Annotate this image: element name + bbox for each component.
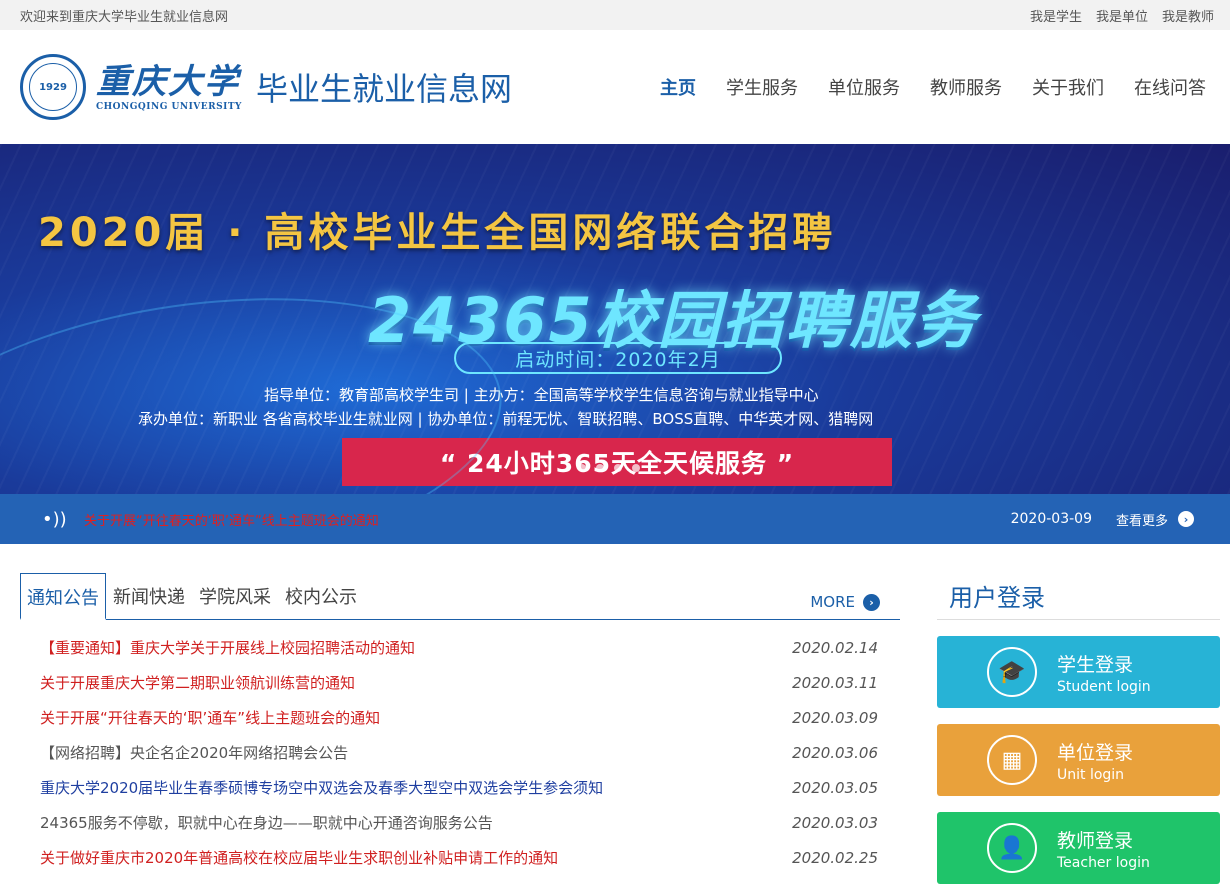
- news-title[interactable]: 关于开展重庆大学第二期职业领航训练营的通知: [40, 672, 355, 693]
- teacher-login-button[interactable]: 👤 教师登录 Teacher login: [937, 812, 1220, 884]
- nav-teacher-services[interactable]: 教师服务: [930, 74, 1002, 100]
- news-tabs: 通知公告 新闻快递 学院风采 校内公示 MORE ›: [20, 573, 900, 620]
- news-title[interactable]: 重庆大学2020届毕业生春季硕博专场空中双选会及春季大型空中双选会学生参会须知: [40, 777, 603, 798]
- student-login-button[interactable]: 🎓 学生登录 Student login: [937, 636, 1220, 708]
- header: 1929 重庆大学 CHONGQING UNIVERSITY 毕业生就业信息网 …: [0, 30, 1230, 144]
- news-list: 【重要通知】重庆大学关于开展线上校园招聘活动的通知 2020.02.14 关于开…: [20, 630, 900, 875]
- carousel-dot[interactable]: [614, 464, 622, 472]
- news-title[interactable]: 【重要通知】重庆大学关于开展线上校园招聘活动的通知: [40, 637, 415, 658]
- nav-online-qa[interactable]: 在线问答: [1134, 74, 1206, 100]
- notice-date: 2020-03-09: [1010, 511, 1092, 527]
- tab-notices[interactable]: 通知公告: [20, 573, 106, 620]
- list-item[interactable]: 【重要通知】重庆大学关于开展线上校园招聘活动的通知 2020.02.14: [20, 630, 900, 665]
- nav-student-services[interactable]: 学生服务: [726, 74, 798, 100]
- tab-colleges[interactable]: 学院风采: [192, 583, 278, 619]
- carousel-dot[interactable]: [632, 464, 640, 472]
- teacher-login-en: Teacher login: [1057, 854, 1150, 871]
- hero-banner[interactable]: 2020届 · 高校毕业生全国网络联合招聘 24365校园招聘服务 启动时间：2…: [0, 144, 1230, 494]
- speaker-icon: •)): [42, 508, 67, 530]
- carousel-dots: [578, 464, 640, 472]
- link-teacher[interactable]: 我是教师: [1162, 6, 1214, 25]
- tab-news[interactable]: 新闻快递: [106, 583, 192, 619]
- news-date: 2020.02.14: [792, 638, 878, 657]
- list-item[interactable]: 重庆大学2020届毕业生春季硕博专场空中双选会及春季大型空中双选会学生参会须知 …: [20, 770, 900, 805]
- list-item[interactable]: 关于开展“开往春天的‘职’通车”线上主题班会的通知 2020.03.09: [20, 700, 900, 735]
- news-date: 2020.03.03: [792, 813, 878, 832]
- banner-start-date: 启动时间：2020年2月: [454, 342, 782, 374]
- user-icon: 👤: [987, 823, 1037, 873]
- banner-title: 2020届 · 高校毕业生全国网络联合招聘: [38, 210, 837, 256]
- news-date: 2020.03.06: [792, 743, 878, 762]
- nav-about-us[interactable]: 关于我们: [1032, 74, 1104, 100]
- list-item[interactable]: 关于开展重庆大学第二期职业领航训练营的通知 2020.03.11: [20, 665, 900, 700]
- student-login-en: Student login: [1057, 678, 1151, 695]
- news-more-label: MORE: [810, 593, 855, 611]
- link-student[interactable]: 我是学生: [1030, 6, 1082, 25]
- list-item[interactable]: 关于做好重庆市2020年普通高校在校应届毕业生求职创业补贴申请工作的通知 202…: [20, 840, 900, 875]
- chevron-right-icon: ›: [863, 593, 880, 611]
- unit-login-button[interactable]: ▦ 单位登录 Unit login: [937, 724, 1220, 796]
- welcome-text: 欢迎来到重庆大学毕业生就业信息网: [20, 9, 229, 25]
- news-title[interactable]: 关于做好重庆市2020年普通高校在校应届毕业生求职创业补贴申请工作的通知: [40, 847, 558, 868]
- main-nav: 主页 学生服务 单位服务 教师服务 关于我们 在线问答: [660, 74, 1206, 100]
- notice-more-link[interactable]: 查看更多 ›: [1116, 510, 1194, 529]
- tab-public-notices[interactable]: 校内公示: [278, 583, 364, 619]
- carousel-dot[interactable]: [578, 464, 586, 472]
- news-title[interactable]: 24365服务不停歇，职就中心在身边——职就中心开通咨询服务公告: [40, 812, 493, 833]
- news-date: 2020.03.11: [792, 673, 878, 692]
- nav-home[interactable]: 主页: [660, 74, 696, 100]
- news-panel: 通知公告 新闻快递 学院风采 校内公示 MORE › 【重要通知】重庆大学关于开…: [20, 573, 900, 884]
- university-name-en: CHONGQING UNIVERSITY: [96, 102, 242, 112]
- link-unit[interactable]: 我是单位: [1096, 6, 1148, 25]
- main-content: 通知公告 新闻快递 学院风采 校内公示 MORE › 【重要通知】重庆大学关于开…: [0, 544, 1230, 884]
- teacher-login-cn: 教师登录: [1057, 829, 1134, 852]
- news-title[interactable]: 关于开展“开往春天的‘职’通车”线上主题班会的通知: [40, 707, 380, 728]
- notice-bar: •)) 关于开展“开往春天的‘职’通车”线上主题班会的通知 2020-03-09…: [0, 494, 1230, 544]
- news-date: 2020.03.09: [792, 708, 878, 727]
- news-title[interactable]: 【网络招聘】央企名企2020年网络招聘会公告: [40, 742, 348, 763]
- unit-login-cn: 单位登录: [1057, 741, 1134, 764]
- nav-unit-services[interactable]: 单位服务: [828, 74, 900, 100]
- unit-login-en: Unit login: [1057, 766, 1125, 783]
- news-more-button[interactable]: MORE ›: [810, 593, 880, 611]
- notice-more-label: 查看更多: [1115, 513, 1168, 529]
- university-seal-icon: 1929: [20, 54, 86, 120]
- list-item[interactable]: 24365服务不停歇，职就中心在身边——职就中心开通咨询服务公告 2020.03…: [20, 805, 900, 840]
- site-name: 毕业生就业信息网: [255, 70, 512, 108]
- news-date: 2020.03.05: [792, 778, 878, 797]
- chevron-right-icon: ›: [1178, 511, 1194, 527]
- banner-organizers: 指导单位：教育部高校学生司 | 主办方：全国高等学校学生信息咨询与就业指导中心: [264, 386, 819, 404]
- notice-message[interactable]: 关于开展“开往春天的‘职’通车”线上主题班会的通知: [84, 510, 1011, 529]
- login-panel: 用户登录 🎓 学生登录 Student login ▦ 单位登录 Unit lo…: [937, 574, 1220, 884]
- carousel-dot[interactable]: [596, 464, 604, 472]
- university-logo: 重庆大学 CHONGQING UNIVERSITY: [96, 62, 242, 112]
- role-links: 我是学生 我是单位 我是教师: [1030, 6, 1214, 25]
- student-login-cn: 学生登录: [1057, 653, 1134, 676]
- banner-co-organizers: 承办单位：新职业 各省高校毕业生就业网 | 协办单位：前程无忧、智联招聘、BOS…: [138, 410, 874, 428]
- banner-service-box: “ 24小时365天全天候服务 ”: [342, 438, 892, 486]
- university-name-cn: 重庆大学: [96, 62, 240, 102]
- list-item[interactable]: 【网络招聘】央企名企2020年网络招聘会公告 2020.03.06: [20, 735, 900, 770]
- login-title: 用户登录: [937, 574, 1220, 620]
- seal-year: 1929: [39, 81, 67, 93]
- top-bar: 欢迎来到重庆大学毕业生就业信息网 我是学生 我是单位 我是教师: [0, 0, 1230, 30]
- building-icon: ▦: [987, 735, 1037, 785]
- brand[interactable]: 1929 重庆大学 CHONGQING UNIVERSITY 毕业生就业信息网: [20, 54, 512, 120]
- graduation-cap-icon: 🎓: [987, 647, 1037, 697]
- news-date: 2020.02.25: [792, 848, 878, 867]
